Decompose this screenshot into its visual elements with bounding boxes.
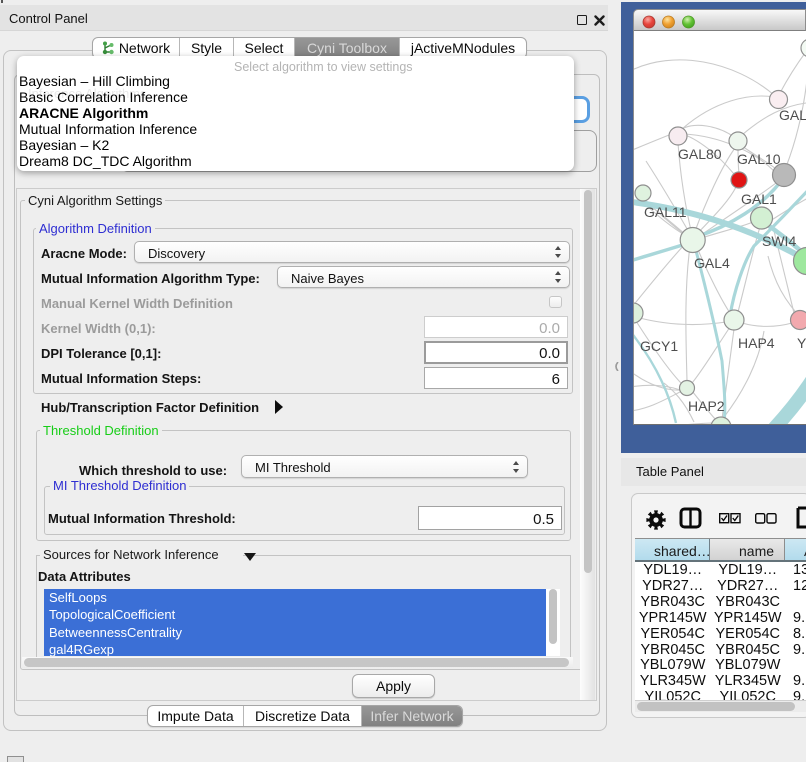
svg-text:YM: YM [797, 335, 806, 351]
svg-text:GAL10: GAL10 [737, 151, 781, 167]
svg-text:GAL11: GAL11 [644, 204, 687, 220]
svg-text:HAP2: HAP2 [688, 398, 725, 414]
svg-text:GAL7: GAL7 [779, 107, 806, 123]
svg-text:GAL80: GAL80 [678, 146, 722, 162]
svg-text:GCY1: GCY1 [640, 338, 678, 354]
svg-text:HAP4: HAP4 [738, 335, 775, 351]
svg-text:SWI4: SWI4 [762, 233, 796, 249]
svg-text:GAL1: GAL1 [741, 191, 777, 207]
svg-text:GAL4: GAL4 [694, 255, 730, 271]
